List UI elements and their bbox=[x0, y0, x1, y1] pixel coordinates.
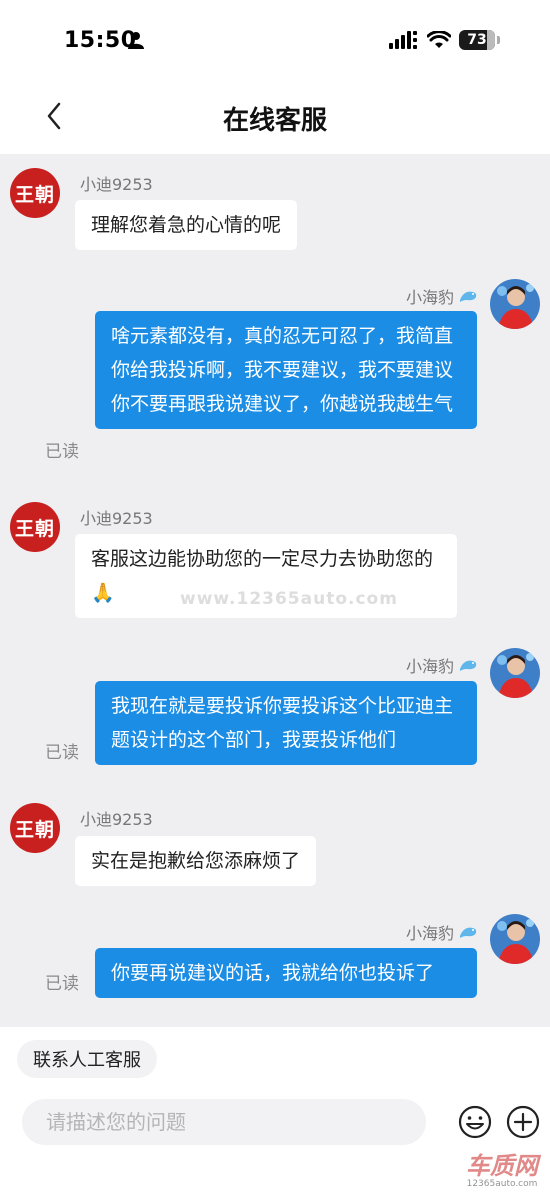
user-message-bubble[interactable]: 我现在就是要投诉你要投诉这个比亚迪主题设计的这个部门，我要投诉他们 bbox=[95, 681, 477, 765]
agent-name: 小迪9253 bbox=[80, 175, 153, 194]
user-message-bubble[interactable]: 你要再说建议的话，我就给你也投诉了 bbox=[95, 948, 477, 998]
page-title: 在线客服 bbox=[222, 106, 327, 136]
navigation-header: 在线客服 bbox=[0, 80, 550, 154]
battery-level: 73 bbox=[467, 32, 487, 48]
person-icon bbox=[128, 32, 144, 49]
user-name: 小海豹 bbox=[405, 657, 454, 676]
agent-avatar[interactable]: 王朝 bbox=[10, 168, 60, 218]
input-bar: 联系人工客服 车质网 12365auto.com bbox=[0, 1027, 550, 1195]
chat-area[interactable]: 王朝 小迪9253 理解您着急的心情的呢 小海豹 啥元素都没有，真的忍无可忍了，… bbox=[0, 154, 550, 1027]
user-name: 小海豹 bbox=[405, 924, 454, 943]
status-time: 15:50 bbox=[64, 28, 137, 53]
agent-name: 小迪9253 bbox=[80, 509, 153, 528]
battery-cap bbox=[497, 36, 500, 44]
plus-icon[interactable] bbox=[506, 1105, 540, 1139]
agent-avatar[interactable]: 王朝 bbox=[10, 803, 60, 853]
status-bar: 15:50 73 bbox=[0, 0, 550, 80]
site-logo: 车质网 12365auto.com bbox=[466, 1153, 538, 1189]
emoji-icon[interactable] bbox=[458, 1105, 492, 1139]
user-avatar-photo bbox=[490, 914, 540, 964]
signal-icon bbox=[389, 31, 417, 49]
user-avatar[interactable] bbox=[490, 279, 540, 329]
seal-icon bbox=[460, 927, 477, 938]
read-receipt: 已读 bbox=[45, 743, 79, 763]
wifi-icon bbox=[427, 31, 451, 48]
seal-icon bbox=[460, 660, 477, 671]
user-name-row: 小海豹 bbox=[406, 920, 478, 944]
user-avatar-photo bbox=[490, 279, 540, 329]
user-message-bubble[interactable]: 啥元素都没有，真的忍无可忍了，我简直你给我投诉啊，我不要建议，我不要建议你不要再… bbox=[95, 311, 477, 429]
watermark: www.12365auto.com bbox=[180, 589, 398, 609]
logo-url: 12365auto.com bbox=[466, 1179, 538, 1189]
read-receipt: 已读 bbox=[45, 442, 79, 462]
agent-avatar[interactable]: 王朝 bbox=[10, 502, 60, 552]
agent-message-bubble[interactable]: 实在是抱歉给您添麻烦了 bbox=[75, 836, 317, 886]
user-name-row: 小海豹 bbox=[406, 653, 478, 677]
user-name-row: 小海豹 bbox=[406, 284, 478, 308]
agent-message-bubble[interactable]: 理解您着急的心情的呢 bbox=[75, 200, 298, 250]
agent-name: 小迪9253 bbox=[80, 810, 153, 829]
read-receipt: 已读 bbox=[45, 974, 79, 994]
user-name: 小海豹 bbox=[405, 288, 454, 307]
contact-human-agent-button[interactable]: 联系人工客服 bbox=[17, 1040, 157, 1078]
user-avatar[interactable] bbox=[490, 914, 540, 964]
battery-icon: 73 bbox=[459, 30, 495, 50]
message-input[interactable] bbox=[22, 1099, 426, 1145]
user-avatar-photo bbox=[490, 648, 540, 698]
user-avatar[interactable] bbox=[490, 648, 540, 698]
status-icons: 73 bbox=[389, 30, 500, 50]
logo-text: 车质网 bbox=[466, 1152, 538, 1180]
seal-icon bbox=[460, 291, 477, 302]
